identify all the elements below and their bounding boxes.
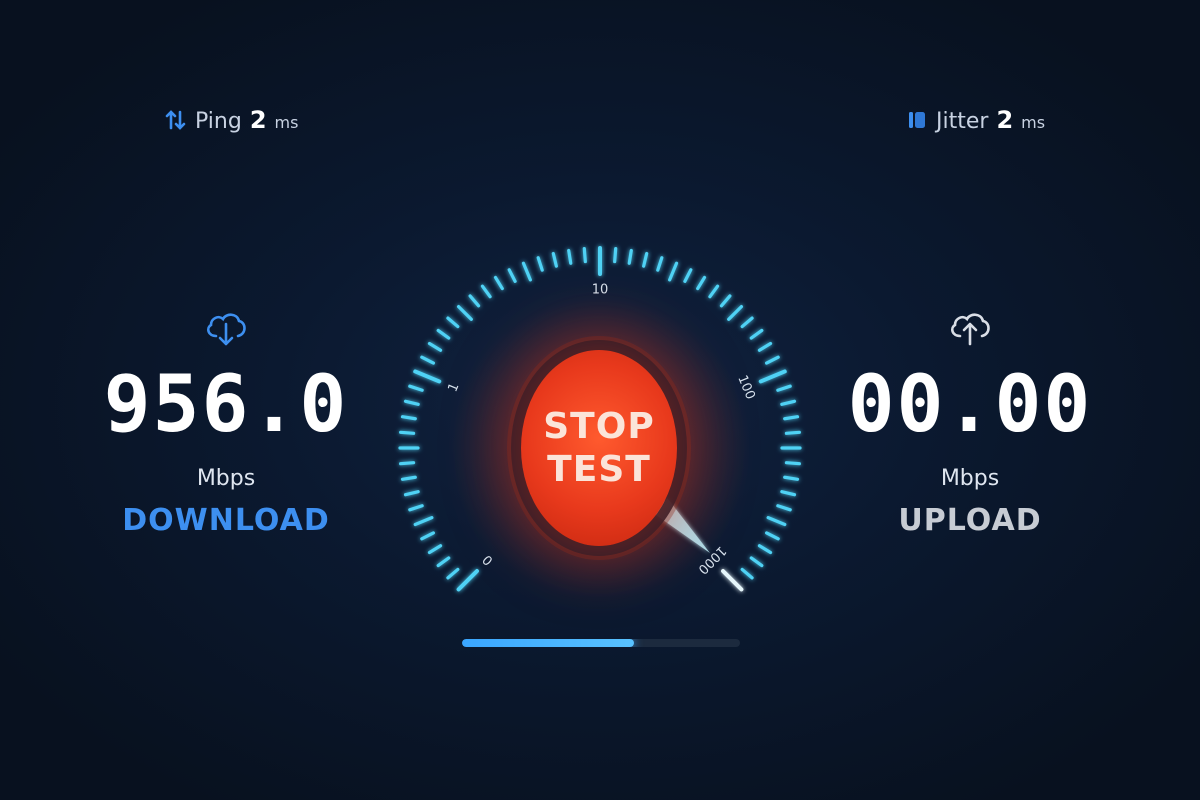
gauge-tick [683, 268, 693, 283]
gauge-scale-label: 1 [446, 381, 463, 394]
gauge-tick [780, 490, 797, 497]
download-unit: Mbps [196, 466, 256, 491]
gauge-tick [427, 341, 443, 352]
ping-arrows-icon [165, 110, 186, 130]
gauge-tick [456, 304, 473, 321]
upload-panel: 00.00 Mbps UPLOAD [840, 306, 1100, 538]
ping-label: Ping [195, 109, 242, 134]
gauge-tick [400, 475, 417, 481]
gauge-tick [468, 294, 481, 308]
gauge-tick [446, 567, 460, 580]
gauge-tick [436, 556, 451, 568]
cloud-upload-icon [950, 313, 990, 346]
gauge-scale-label: 10 [592, 283, 609, 298]
gauge-tick [413, 516, 434, 527]
download-label: DOWNLOAD [122, 503, 330, 538]
gauge-tick [668, 261, 679, 282]
test-progress-fill [462, 639, 635, 647]
upload-unit: Mbps [940, 466, 1000, 491]
jitter-icon [909, 112, 925, 128]
gauge-tick [400, 415, 417, 421]
gauge-tick [446, 316, 460, 329]
gauge-tick [627, 248, 633, 265]
gauge-tick [413, 369, 442, 384]
ping-unit: ms [274, 113, 299, 132]
gauge-tick [551, 251, 558, 268]
gauge-tick [399, 461, 416, 466]
gauge-tick [582, 247, 587, 264]
gauge-tick [480, 284, 492, 299]
gauge-tick [642, 251, 649, 268]
gauge-tick [740, 567, 754, 580]
gauge-tick [696, 275, 707, 291]
gauge-tick [403, 490, 420, 497]
test-progress-bar [462, 639, 740, 647]
gauge-tick [721, 569, 744, 592]
gauge-tick [776, 384, 792, 392]
gauge-tick [613, 247, 618, 264]
download-speed-value: 956.0 [103, 360, 349, 450]
upload-label: UPLOAD [898, 503, 1042, 538]
jitter-value: 2 [996, 106, 1014, 134]
gauge-tick [567, 248, 573, 265]
gauge-tick [776, 504, 792, 512]
gauge-tick [427, 544, 443, 555]
gauge-tick [765, 531, 780, 541]
gauge-tick [758, 369, 787, 384]
cloud-download-icon [206, 313, 246, 346]
gauge-tick [727, 304, 744, 321]
gauge-tick [784, 461, 801, 466]
gauge-tick [766, 516, 787, 527]
gauge-tick [521, 261, 532, 282]
gauge-tick [403, 399, 420, 406]
gauge-tick [708, 284, 720, 299]
gauge-tick [784, 430, 801, 435]
gauge-tick [420, 531, 435, 541]
gauge-tick [456, 569, 479, 592]
jitter-unit: ms [1021, 113, 1046, 132]
gauge-tick [436, 328, 451, 340]
gauge-tick [408, 504, 424, 512]
upload-speed-value: 00.00 [847, 360, 1093, 450]
gauge-tick [749, 328, 764, 340]
gauge-tick [656, 256, 664, 272]
stop-test-button[interactable]: STOP TEST [521, 350, 677, 546]
gauge-tick [749, 556, 764, 568]
gauge-tick [783, 475, 800, 481]
ping-stat: Ping 2 ms [165, 106, 298, 134]
download-panel: 956.0 Mbps DOWNLOAD [96, 306, 356, 538]
gauge-tick [757, 544, 773, 555]
gauge-tick [765, 355, 780, 365]
gauge-tick [536, 256, 544, 272]
gauge-tick [780, 399, 797, 406]
gauge-tick [740, 316, 754, 329]
stop-button-line2: TEST [547, 449, 651, 490]
stop-button-line1: STOP [543, 405, 655, 447]
gauge-tick [507, 268, 517, 283]
jitter-label: Jitter [936, 109, 989, 134]
jitter-stat: Jitter 2 ms [906, 106, 1045, 134]
ping-value: 2 [249, 106, 267, 134]
gauge-tick [783, 415, 800, 421]
gauge-tick [719, 294, 732, 308]
gauge-tick [399, 430, 416, 435]
gauge-tick [493, 275, 504, 291]
gauge-tick [420, 355, 435, 365]
gauge-tick [757, 341, 773, 352]
gauge-tick [408, 384, 424, 392]
